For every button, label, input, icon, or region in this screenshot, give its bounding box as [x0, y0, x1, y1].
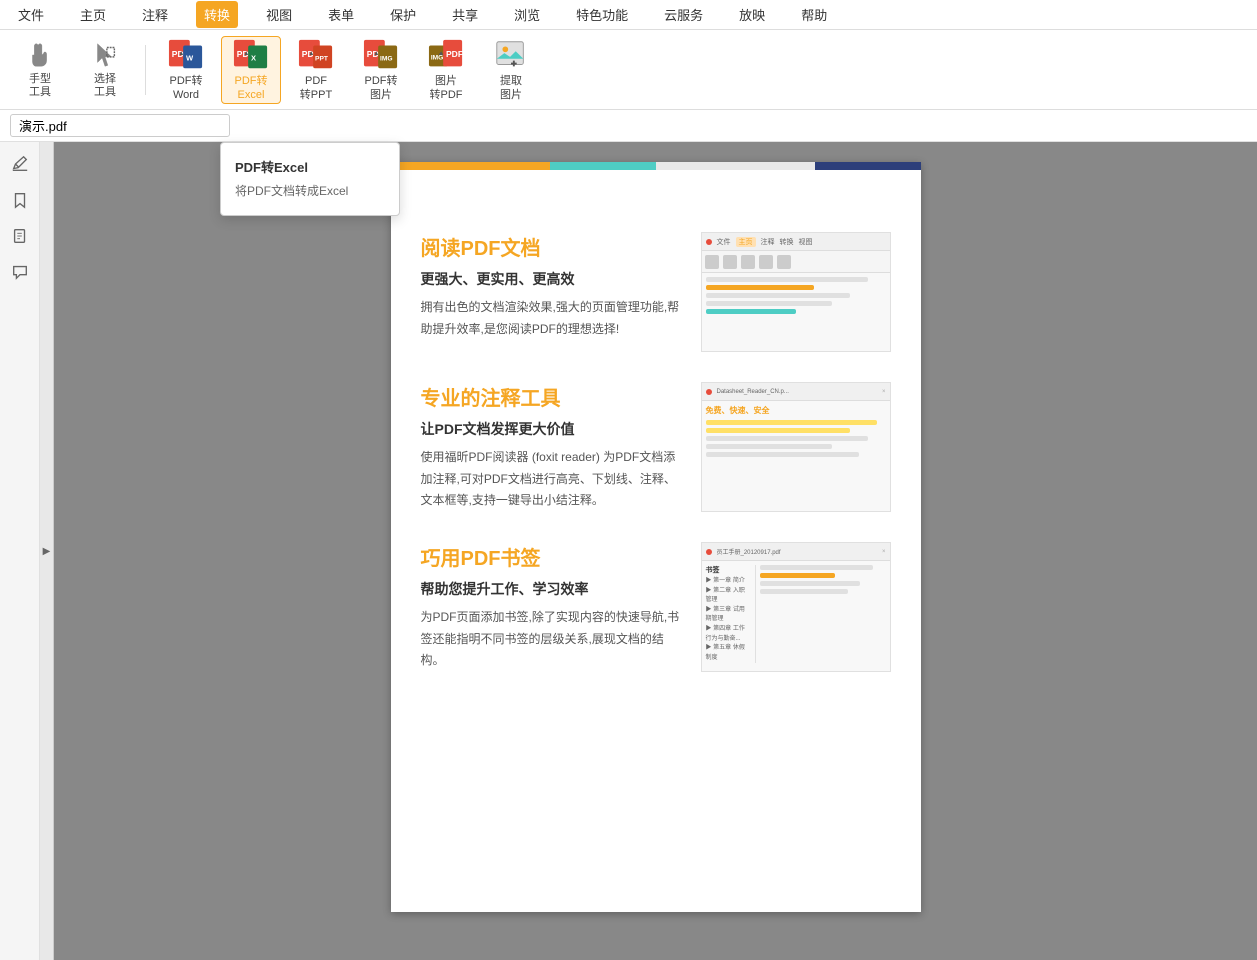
menu-file[interactable]: 文件	[10, 1, 52, 28]
pdf-word-label: PDF转Word	[170, 75, 203, 101]
extract-image-label: 提取图片	[500, 75, 522, 101]
pdf-section-read: 阅读PDF文档 更强大、更实用、更高效 拥有出色的文档渲染效果,强大的页面管理功…	[421, 232, 891, 352]
pdf-page: 阅读PDF文档 更强大、更实用、更高效 拥有出色的文档渲染效果,强大的页面管理功…	[391, 162, 921, 912]
menu-bar: 文件 主页 注释 转换 视图 表单 保护 共享 浏览 特色功能 云服务 放映 帮…	[0, 0, 1257, 30]
pdf-section-bookmark: 巧用PDF书签 帮助您提升工作、学习效率 为PDF页面添加书签,除了实现内容的快…	[421, 542, 891, 672]
sidebar-edit-icon[interactable]	[6, 150, 34, 178]
color-teal	[550, 162, 656, 170]
image-pdf-label: 图片转PDF	[430, 75, 463, 101]
filename-input[interactable]	[10, 114, 230, 137]
menu-slideshow[interactable]: 放映	[731, 1, 773, 28]
pdf-bookmark-thumbnail: 员工手册_20120917.pdf × 书签 ▶ 第一章 简介 ▶ 第二章 入职…	[701, 542, 891, 672]
color-orange	[391, 162, 550, 170]
menu-features[interactable]: 特色功能	[568, 1, 636, 28]
pdf-to-word-button[interactable]: PDF W PDF转Word	[156, 36, 216, 104]
menu-convert[interactable]: 转换	[196, 1, 238, 28]
menu-help[interactable]: 帮助	[793, 1, 835, 28]
pdf-ppt-label: PDF转PPT	[300, 75, 332, 101]
svg-text:PDF: PDF	[446, 49, 463, 59]
tooltip-description: 将PDF文档转成Excel	[221, 180, 399, 205]
color-navy	[815, 162, 921, 170]
svg-text:W: W	[186, 54, 194, 63]
pdf-bookmark-body: 为PDF页面添加书签,除了实现内容的快速导航,书签还能指明不同书签的层级关系,展…	[421, 607, 681, 672]
pdf-ppt-icon: PDF PPT	[298, 37, 334, 73]
pdf-image-icon: PDF IMG	[363, 37, 399, 73]
pdf-to-excel-button[interactable]: PDF X PDF转Excel	[221, 36, 281, 104]
pdf-to-ppt-button[interactable]: PDF PPT PDF转PPT	[286, 36, 346, 104]
address-bar	[0, 110, 1257, 142]
hand-tool-label: 手型工具	[29, 73, 51, 99]
pdf-image-label: PDF转图片	[365, 75, 398, 101]
toolbar: 手型工具 选择工具 PDF W PDF转Word	[0, 30, 1257, 110]
image-to-pdf-button[interactable]: IMG PDF 图片转PDF	[416, 36, 476, 104]
pdf-excel-label: PDF转Excel	[235, 75, 268, 101]
pdf-annotate-title: 专业的注释工具	[421, 382, 681, 411]
pdf-read-title: 阅读PDF文档	[421, 232, 681, 261]
main-layout: ▶ 阅读PDF文档 更强大、更实用、更高效 拥有出色的文档渲染效果,强大的页面管…	[0, 142, 1257, 960]
extract-image-button[interactable]: 提取图片	[481, 36, 541, 104]
pdf-annotate-thumbnail: Datasheet_Reader_CN.p... × 免费、快速、安全	[701, 382, 891, 512]
pdf-bookmark-title: 巧用PDF书签	[421, 542, 681, 571]
extract-icon	[493, 37, 529, 73]
pdf-excel-icon: PDF X	[233, 37, 269, 73]
menu-protect[interactable]: 保护	[382, 1, 424, 28]
svg-text:IMG: IMG	[380, 56, 393, 63]
pdf-to-image-button[interactable]: PDF IMG PDF转图片	[351, 36, 411, 104]
pdf-read-subtitle: 更强大、更实用、更高效	[421, 269, 681, 289]
select-icon	[87, 40, 123, 72]
image-pdf-icon: IMG PDF	[428, 37, 464, 73]
select-tool-button[interactable]: 选择工具	[75, 36, 135, 104]
pdf-section-bookmark-text: 巧用PDF书签 帮助您提升工作、学习效率 为PDF页面添加书签,除了实现内容的快…	[421, 542, 681, 672]
chevron-right-icon: ▶	[43, 546, 51, 557]
menu-view[interactable]: 视图	[258, 1, 300, 28]
menu-home[interactable]: 主页	[72, 1, 114, 28]
menu-share[interactable]: 共享	[444, 1, 486, 28]
svg-text:X: X	[251, 54, 256, 63]
tooltip-title: PDF转Excel	[221, 153, 399, 180]
select-tool-label: 选择工具	[94, 73, 116, 99]
pdf-color-bar	[391, 162, 921, 170]
content-area: 阅读PDF文档 更强大、更实用、更高效 拥有出色的文档渲染效果,强大的页面管理功…	[54, 142, 1257, 960]
svg-text:IMG: IMG	[431, 55, 444, 62]
menu-annotation[interactable]: 注释	[134, 1, 176, 28]
sidebar-bookmark-icon[interactable]	[6, 186, 34, 214]
color-gray	[656, 162, 815, 170]
sidebar-pages-icon[interactable]	[6, 222, 34, 250]
pdf-word-icon: PDF W	[168, 37, 204, 73]
pdf-section-annotate-text: 专业的注释工具 让PDF文档发挥更大价值 使用福昕PDF阅读器 (foxit r…	[421, 382, 681, 512]
sidebar-comments-icon[interactable]	[6, 258, 34, 286]
pdf-read-thumbnail: 文件 主页 注释 转换 视图	[701, 232, 891, 352]
pdf-annotate-subtitle: 让PDF文档发挥更大价值	[421, 419, 681, 439]
menu-browse[interactable]: 浏览	[506, 1, 548, 28]
pdf-annotate-body: 使用福昕PDF阅读器 (foxit reader) 为PDF文档添加注释,可对P…	[421, 447, 681, 512]
hand-icon	[22, 40, 58, 72]
menu-form[interactable]: 表单	[320, 1, 362, 28]
hand-tool-button[interactable]: 手型工具	[10, 36, 70, 104]
svg-text:PPT: PPT	[315, 56, 328, 63]
pdf-section-read-text: 阅读PDF文档 更强大、更实用、更高效 拥有出色的文档渲染效果,强大的页面管理功…	[421, 232, 681, 340]
menu-cloud[interactable]: 云服务	[656, 1, 711, 28]
panel-toggle-button[interactable]: ▶	[40, 142, 54, 960]
pdf-section-annotate: 专业的注释工具 让PDF文档发挥更大价值 使用福昕PDF阅读器 (foxit r…	[421, 382, 891, 512]
pdf-read-body: 拥有出色的文档渲染效果,强大的页面管理功能,帮助提升效率,是您阅读PDF的理想选…	[421, 297, 681, 340]
pdf-bookmark-subtitle: 帮助您提升工作、学习效率	[421, 579, 681, 599]
left-sidebar	[0, 142, 40, 960]
toolbar-divider-1	[145, 45, 146, 95]
tooltip-dropdown: PDF转Excel 将PDF文档转成Excel	[220, 142, 400, 216]
